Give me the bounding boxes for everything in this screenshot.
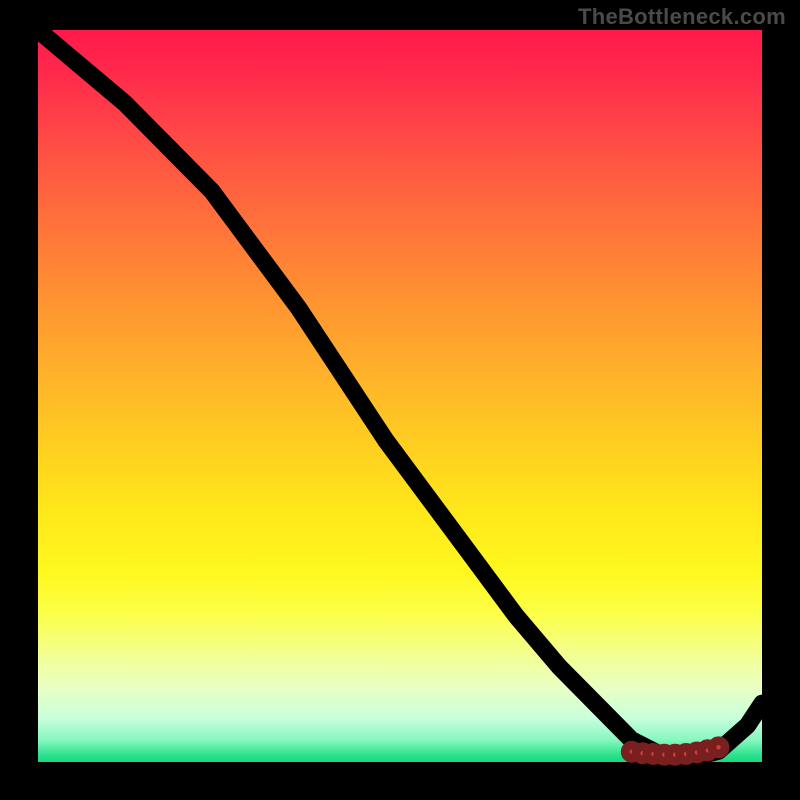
valley-markers: [625, 741, 725, 761]
chart-svg: [38, 30, 762, 762]
watermark-text: TheBottleneck.com: [578, 4, 786, 30]
chart-frame: TheBottleneck.com: [0, 0, 800, 800]
valley-dot: [712, 741, 725, 754]
curve-line: [38, 30, 762, 758]
plot-area: [38, 30, 762, 762]
